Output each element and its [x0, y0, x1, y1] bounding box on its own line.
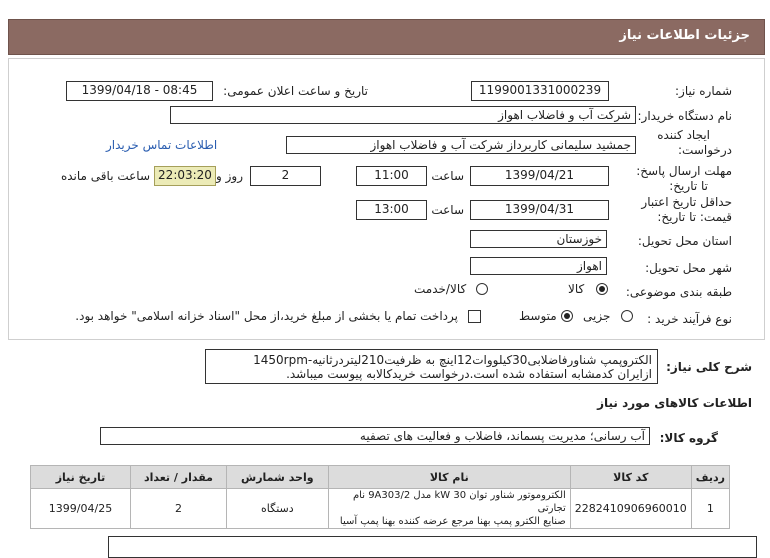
province-label: استان محل تحویل:	[637, 234, 732, 248]
row-unit: دستگاه	[225, 488, 329, 529]
process-medium-label: متوسط	[519, 309, 557, 323]
process-type-label: نوع فرآیند خرید :	[647, 312, 732, 326]
category-goods-service-radio[interactable]	[476, 283, 488, 295]
row-qty: 2	[130, 488, 227, 529]
col-name: نام کالا	[327, 465, 571, 489]
goods-table-header: ردیف کد کالا نام کالا واحد شمارش مقدار /…	[29, 465, 731, 489]
goods-group-label: گروه کالا:	[659, 431, 718, 445]
process-medium-radio[interactable]	[561, 310, 573, 322]
deadline-time-field[interactable]: 11:00	[356, 166, 427, 186]
days-remaining-field[interactable]: 2	[250, 166, 321, 186]
row-date: 1399/04/25	[29, 488, 132, 529]
days-label: روز و	[216, 169, 243, 183]
col-code: کد کالا	[569, 465, 692, 489]
validity-label-line1: حداقل تاریخ اعتبار	[641, 195, 732, 209]
announce-datetime-field[interactable]: 1399/04/18 - 08:45	[66, 81, 213, 101]
row-name-line2: صنایع الکترو پمپ بهنا مرجع عرضه کننده به…	[339, 516, 566, 527]
process-small-radio[interactable]	[621, 310, 633, 322]
category-goods-service-label: کالا/خدمت	[414, 282, 467, 296]
treasury-payment-label: پرداخت تمام یا بخشی از مبلغ خرید،از محل …	[75, 309, 458, 323]
row-name: الکتروموتور شناور توان 30 kW مدل 9A303/2…	[327, 488, 571, 529]
buyer-notes-box	[108, 536, 757, 558]
col-unit: واحد شمارش	[225, 465, 329, 489]
description-label: شرح کلی نیاز:	[666, 360, 752, 374]
validity-time-field[interactable]: 13:00	[356, 200, 427, 220]
validity-time-label: ساعت	[431, 203, 464, 217]
buyer-org-field[interactable]: شرکت آب و فاضلاب اهواز	[170, 106, 636, 124]
deadline-time-label: ساعت	[431, 169, 464, 183]
col-row: ردیف	[690, 465, 731, 489]
city-field[interactable]: اهواز	[470, 257, 607, 275]
creator-label-line1: ایجاد کننده	[657, 128, 710, 142]
col-date: تاریخ نیاز	[29, 465, 132, 489]
category-goods-label: کالا	[568, 282, 585, 296]
treasury-payment-checkbox[interactable]	[468, 310, 481, 323]
remaining-time-label: ساعت باقی مانده	[60, 169, 150, 183]
table-row[interactable]: 1 2282410906960010 الکتروموتور شناور توا…	[29, 488, 731, 529]
category-goods-radio[interactable]	[596, 283, 608, 295]
col-qty: مقدار / تعداد	[130, 465, 227, 489]
remaining-time-display: 22:03:20	[154, 166, 216, 186]
category-label: طبقه بندی موضوعی:	[625, 285, 732, 299]
buyer-org-label: نام دستگاه خریدار:	[637, 109, 733, 123]
city-label: شهر محل تحویل:	[645, 261, 732, 275]
row-index: 1	[690, 488, 731, 529]
validity-date-field[interactable]: 1399/04/31	[470, 200, 609, 220]
goods-section-title: اطلاعات کالاهای مورد نیاز	[597, 396, 752, 410]
buyer-contact-link[interactable]: اطلاعات تماس خریدار	[106, 138, 217, 152]
deadline-date-field[interactable]: 1399/04/21	[470, 166, 609, 186]
deadline-label-line2: تا تاریخ:	[669, 179, 708, 193]
province-field[interactable]: خوزستان	[470, 230, 607, 248]
announce-datetime-label: تاریخ و ساعت اعلان عمومی:	[223, 84, 368, 98]
description-line2: ازایران کدمشابه استفاده شده است.درخواست …	[286, 367, 652, 381]
creator-label-line2: درخواست:	[678, 143, 732, 157]
validity-label-line2: قیمت: تا تاریخ:	[657, 210, 732, 224]
need-number-label: شماره نیاز:	[675, 84, 732, 98]
goods-group-field[interactable]: آب رسانی؛ مدیریت پسماند، فاضلاب و فعالیت…	[100, 427, 650, 445]
need-number-field[interactable]: 1199001331000239	[471, 81, 609, 101]
creator-field[interactable]: جمشید سلیمانی کاربرداز شرکت آب و فاضلاب …	[286, 136, 636, 154]
page-header: جزئیات اطلاعات نیاز	[8, 19, 765, 55]
description-box: الکتروپمپ شناورفاضلابی30کیلووات12اینچ به…	[205, 349, 658, 384]
description-line1: الکتروپمپ شناورفاضلابی30کیلووات12اینچ به…	[253, 353, 652, 367]
process-small-label: جزیی	[583, 309, 611, 323]
row-code: 2282410906960010	[569, 488, 692, 529]
row-name-line1: الکتروموتور شناور توان 30 kW مدل 9A303/2…	[352, 490, 566, 514]
page-title: جزئیات اطلاعات نیاز	[619, 28, 750, 43]
deadline-label-line1: مهلت ارسال پاسخ:	[636, 164, 732, 178]
goods-table: ردیف کد کالا نام کالا واحد شمارش مقدار /…	[29, 465, 731, 529]
